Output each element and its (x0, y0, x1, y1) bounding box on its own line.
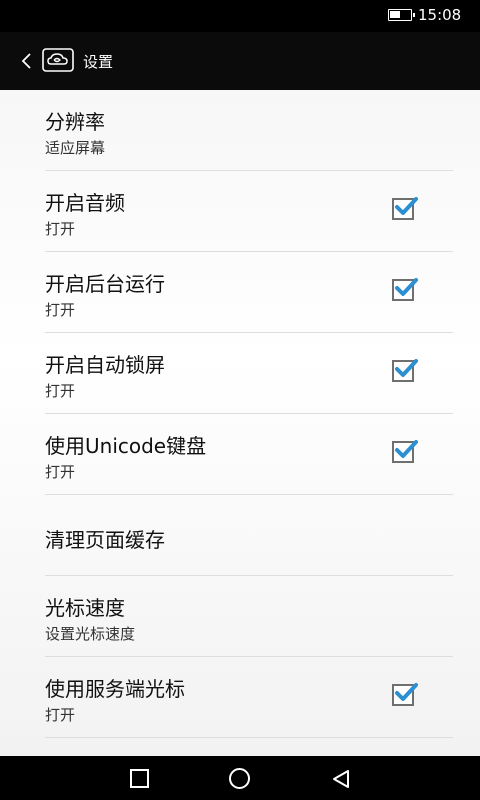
cloud-app-icon (42, 48, 74, 72)
setting-subtitle: 打开 (45, 220, 76, 238)
back-arrow-icon[interactable] (18, 51, 38, 71)
setting-title: 分辨率 (45, 110, 105, 134)
page-title: 设置 (83, 53, 114, 71)
auto-lock-checkbox[interactable] (392, 359, 418, 382)
check-icon (395, 359, 418, 377)
setting-background-run[interactable]: 开启后台运行 打开 (45, 252, 453, 333)
setting-subtitle: 设置光标速度 (45, 625, 136, 643)
setting-title: 使用Unicode键盘 (45, 434, 207, 458)
settings-list: 分辨率 适应屏幕 开启音频 打开 开启后台运行 打开 开启自动锁屏 打开 使用U… (0, 90, 480, 756)
check-icon (395, 197, 418, 215)
status-time: 15:08 (418, 6, 462, 24)
check-icon (395, 278, 418, 296)
setting-server-cursor[interactable]: 使用服务端光标 打开 (45, 657, 453, 738)
navigation-bar (0, 756, 480, 800)
setting-title: 光标速度 (45, 596, 125, 620)
app-bar: 设置 (0, 32, 480, 90)
check-icon (395, 683, 418, 701)
audio-checkbox[interactable] (392, 197, 418, 220)
setting-subtitle: 打开 (45, 463, 76, 481)
setting-cursor-speed[interactable]: 光标速度 设置光标速度 (45, 576, 453, 657)
check-icon (395, 440, 418, 458)
recent-apps-icon[interactable] (130, 769, 149, 788)
setting-title: 开启自动锁屏 (45, 353, 165, 377)
home-icon[interactable] (229, 768, 250, 789)
setting-subtitle: 打开 (45, 706, 76, 724)
setting-title: 清理页面缓存 (45, 528, 165, 552)
setting-resolution[interactable]: 分辨率 适应屏幕 (45, 90, 453, 171)
setting-unicode-keyboard[interactable]: 使用Unicode键盘 打开 (45, 414, 453, 495)
setting-title: 开启音频 (45, 191, 125, 215)
setting-title: 开启后台运行 (45, 272, 165, 296)
setting-auto-lock[interactable]: 开启自动锁屏 打开 (45, 333, 453, 414)
setting-subtitle: 打开 (45, 301, 76, 319)
status-bar: 15:08 (0, 0, 480, 32)
server-cursor-checkbox[interactable] (392, 683, 418, 706)
setting-clear-cache[interactable]: 清理页面缓存 (45, 495, 453, 576)
background-run-checkbox[interactable] (392, 278, 418, 301)
setting-subtitle: 打开 (45, 382, 76, 400)
setting-audio[interactable]: 开启音频 打开 (45, 171, 453, 252)
back-triangle-icon[interactable] (330, 768, 352, 790)
unicode-keyboard-checkbox[interactable] (392, 440, 418, 463)
setting-title: 使用服务端光标 (45, 677, 185, 701)
battery-icon (388, 9, 415, 21)
setting-subtitle: 适应屏幕 (45, 139, 106, 157)
